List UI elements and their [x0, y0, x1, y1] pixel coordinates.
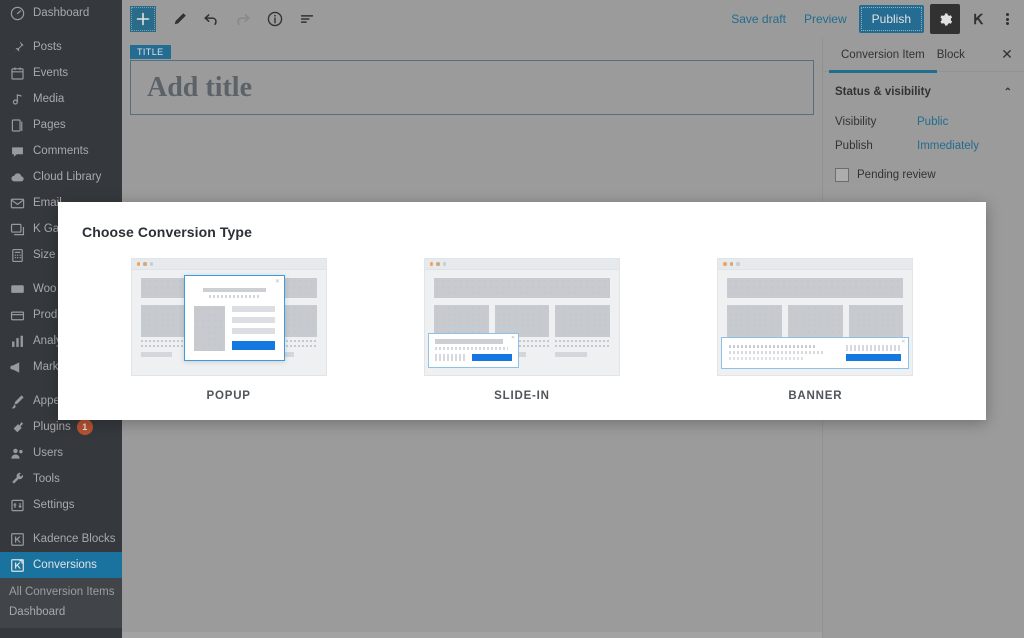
banner-field: [846, 344, 902, 351]
close-icon: ✕: [901, 338, 906, 345]
slide-in-subheadline: [434, 347, 509, 350]
slide-in-thumbnail: ✕: [423, 258, 620, 376]
mock-button: [555, 352, 588, 357]
mock-image: [433, 305, 489, 337]
banner-overlay-card: ✕: [721, 336, 910, 370]
mock-image: [787, 305, 843, 337]
chrome-dot-icon: [149, 262, 154, 266]
mock-text-line: [555, 340, 610, 342]
chrome-dot-icon: [442, 262, 447, 266]
banner-headline: [729, 345, 817, 349]
slide-in-field: [434, 353, 468, 361]
choose-conversion-type-modal: Choose Conversion Type ✕ POPUP ✕ SLIDE-I…: [58, 202, 986, 420]
wordpress-block-editor-screen: Dashboard Posts Events Media Pages Comments Cl…: [0, 0, 1024, 638]
mock-image: [848, 305, 904, 337]
browser-chrome-bar: [718, 259, 913, 270]
mock-image: [494, 305, 550, 337]
browser-chrome-bar: [424, 259, 619, 270]
mock-hero-block: [433, 278, 610, 298]
mock-button: [140, 352, 173, 357]
slide-in-label: SLIDE-IN: [494, 390, 550, 402]
banner-form-area: [846, 344, 902, 361]
modal-title: Choose Conversion Type: [82, 224, 252, 240]
popup-headline: [202, 288, 266, 293]
popup-label: POPUP: [206, 390, 251, 402]
chrome-dot-icon: [429, 262, 434, 266]
popup-cta-button: [231, 340, 275, 350]
mock-image: [727, 305, 782, 337]
banner-cta-button: [846, 353, 902, 361]
chrome-dot-icon: [136, 262, 141, 266]
mock-column: [555, 305, 610, 357]
popup-form: [231, 305, 275, 351]
mock-image: [555, 305, 610, 337]
chrome-dot-icon: [723, 262, 727, 266]
banner-text-area: [729, 345, 838, 361]
banner-subheadline: [729, 351, 824, 355]
popup-field: [231, 316, 275, 323]
close-icon: ✕: [274, 279, 280, 286]
chrome-dot-icon: [143, 262, 147, 266]
banner-text-line: [729, 357, 804, 361]
popup-field: [231, 327, 275, 334]
popup-field: [231, 305, 275, 312]
banner-thumbnail: ✕: [717, 258, 914, 376]
popup-body: [194, 305, 275, 351]
mock-text-line: [555, 345, 610, 347]
chrome-dot-icon: [736, 262, 740, 266]
banner-label: BANNER: [788, 390, 843, 402]
slide-in-form-row: [434, 353, 513, 361]
slide-in-cta-button: [472, 353, 513, 361]
conversion-type-slide-in[interactable]: ✕ SLIDE-IN: [407, 258, 637, 402]
slide-in-overlay-card: ✕: [427, 333, 520, 369]
popup-overlay-card: ✕: [184, 275, 285, 362]
conversion-type-banner[interactable]: ✕ BANNER: [700, 258, 930, 402]
conversion-type-popup[interactable]: ✕ POPUP: [114, 258, 344, 402]
close-icon: ✕: [510, 335, 516, 342]
popup-subheadline: [208, 295, 261, 298]
browser-chrome-bar: [131, 259, 326, 270]
conversion-type-grid: ✕ POPUP ✕ SLIDE-IN ✕ BANNER: [82, 258, 962, 402]
slide-in-headline: [434, 339, 503, 345]
chrome-dot-icon: [436, 262, 440, 266]
chrome-dot-icon: [729, 262, 734, 266]
mock-hero-block: [727, 278, 904, 298]
popup-thumbnail: ✕: [130, 258, 327, 376]
popup-image: [194, 305, 225, 351]
